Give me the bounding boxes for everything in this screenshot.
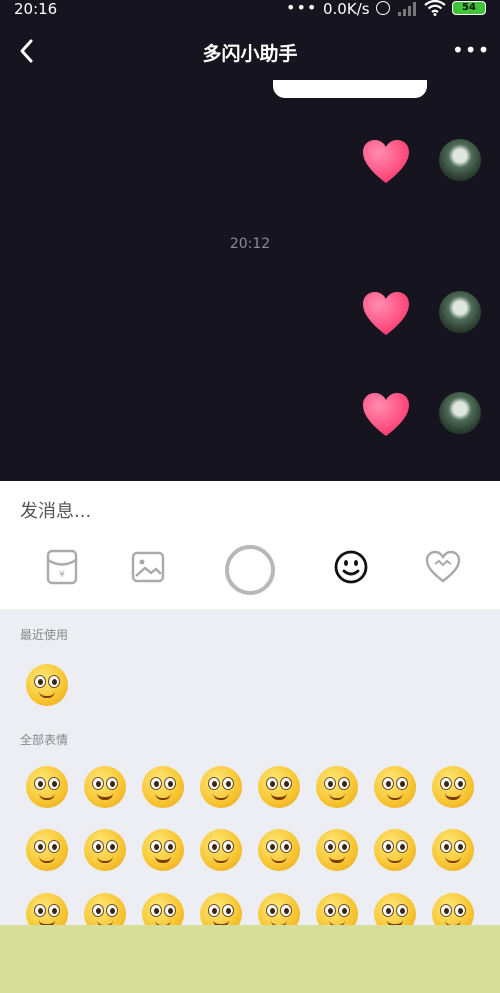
chat-title: 多闪小助手	[202, 43, 298, 65]
avatar[interactable]	[439, 139, 481, 181]
emoji-item[interactable]	[142, 829, 186, 871]
emoji-icon[interactable]	[329, 545, 373, 589]
message-input[interactable]: 发消息...	[20, 497, 91, 523]
message-list[interactable]: 20:12	[0, 80, 500, 482]
emoji-item[interactable]	[432, 829, 476, 871]
emoji-item[interactable]	[258, 829, 302, 871]
emoji-item[interactable]	[26, 664, 70, 706]
network-speed: 0.0K/s	[323, 0, 370, 18]
emoji-item[interactable]	[142, 766, 186, 808]
status-time: 20:16	[14, 0, 58, 18]
composer: 发消息... ¥	[0, 481, 500, 609]
emoji-item[interactable]	[26, 829, 70, 871]
status-dots: •••	[286, 0, 318, 17]
emoji-item[interactable]	[84, 766, 128, 808]
heart-sticker[interactable]	[362, 392, 410, 438]
record-button[interactable]	[225, 545, 275, 595]
message-row	[0, 291, 500, 351]
emoji-item[interactable]	[258, 766, 302, 808]
emoji-item[interactable]	[374, 829, 418, 871]
red-packet-icon[interactable]: ¥	[40, 545, 84, 589]
emoji-item[interactable]	[374, 766, 418, 808]
avatar[interactable]	[439, 392, 481, 434]
avatar[interactable]	[439, 291, 481, 333]
chat-header: 多闪小助手 •••	[0, 22, 500, 80]
emoji-item[interactable]	[84, 829, 128, 871]
wifi-icon	[424, 0, 446, 16]
more-options-button[interactable]: •••	[452, 38, 490, 62]
emoji-item[interactable]	[200, 829, 244, 871]
emoji-item[interactable]	[316, 766, 360, 808]
image-icon[interactable]	[126, 545, 170, 589]
message-timestamp: 20:12	[229, 236, 271, 252]
emoji-item[interactable]	[432, 766, 476, 808]
svg-text:¥: ¥	[59, 570, 65, 580]
emoji-item[interactable]	[26, 766, 70, 808]
previous-message-bubble[interactable]	[273, 80, 427, 98]
all-emoji-label: 全部表情	[20, 733, 69, 747]
recent-emoji-label: 最近使用	[20, 628, 69, 642]
emoji-item[interactable]	[200, 766, 244, 808]
heart-sticker-icon[interactable]	[421, 545, 465, 589]
bottom-overlay	[0, 925, 500, 993]
message-row	[0, 139, 500, 199]
message-row	[0, 392, 500, 452]
alarm-icon	[376, 1, 390, 15]
emoji-item[interactable]	[316, 829, 360, 871]
battery-indicator: 54	[452, 1, 486, 15]
heart-sticker[interactable]	[362, 291, 410, 337]
status-bar: 20:16 ••• 0.0K/s 54	[0, 0, 500, 22]
heart-sticker[interactable]	[362, 139, 410, 185]
signal-icon	[398, 2, 416, 16]
